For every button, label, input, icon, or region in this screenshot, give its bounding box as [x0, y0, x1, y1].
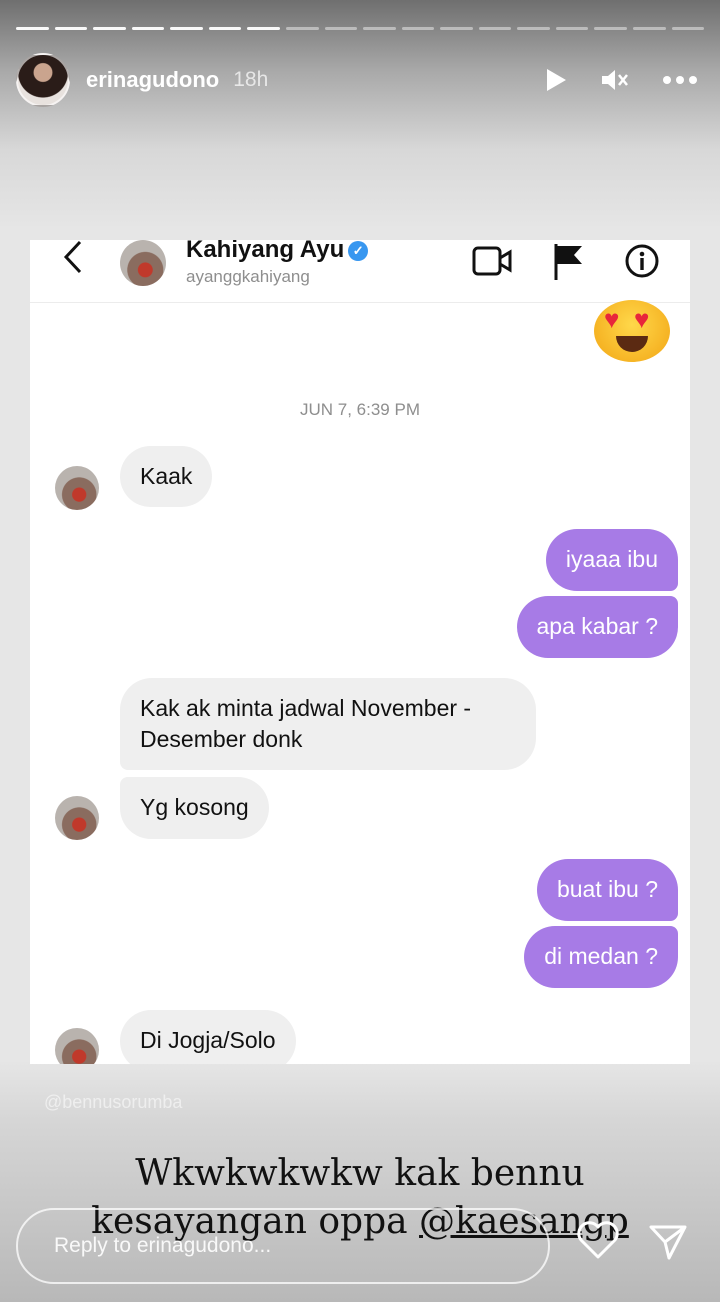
- contact-avatar-small: [55, 796, 99, 840]
- heart-icon: [577, 1221, 619, 1259]
- contact-name: Kahiyang Ayu ✓: [186, 240, 369, 264]
- story-username[interactable]: erinagudono: [86, 67, 219, 93]
- message-incoming: Kaak: [120, 446, 213, 507]
- message-incoming: Di Jogja/Solo: [120, 1010, 296, 1064]
- contact-avatar-small: [55, 466, 99, 510]
- more-icon: [663, 76, 697, 84]
- message-outgoing: di medan ?: [524, 926, 678, 988]
- more-button[interactable]: [662, 75, 698, 85]
- progress-segment: [285, 27, 319, 30]
- progress-segment: [16, 27, 49, 30]
- avatar[interactable]: [16, 53, 70, 107]
- chevron-left-icon: [63, 240, 82, 274]
- contact-avatar-small: [55, 1028, 99, 1064]
- message-incoming: Yg kosong: [120, 777, 269, 839]
- verified-icon: ✓: [348, 240, 369, 261]
- progress-segment: [247, 27, 280, 30]
- progress-segment: [478, 27, 512, 30]
- contact-avatar: [120, 240, 166, 286]
- progress-segment: [324, 27, 358, 30]
- watermark: @bennusorumba: [44, 1092, 183, 1112]
- progress-segment: [401, 27, 435, 30]
- flag-icon: [554, 244, 582, 280]
- mute-icon: [602, 70, 628, 90]
- info-icon: [625, 244, 659, 278]
- dm-header: Kahiyang Ayu ✓ ayanggkahiyang: [30, 240, 690, 303]
- story-progress: [16, 27, 705, 30]
- progress-segment: [517, 27, 550, 30]
- progress-segment: [170, 27, 203, 30]
- send-icon: [649, 1225, 687, 1260]
- progress-segment: [671, 27, 705, 30]
- reply-placeholder: Reply to erinagudono...: [54, 1234, 272, 1257]
- progress-segment: [363, 27, 396, 30]
- story-header: erinagudono 18h: [16, 52, 698, 108]
- contact-handle: ayanggkahiyang: [186, 267, 310, 286]
- caption-line: Wkwkwkwkw kak bennu: [135, 1153, 585, 1194]
- video-call-icon: [472, 246, 512, 276]
- progress-segment: [440, 27, 473, 30]
- play-icon: [547, 69, 566, 91]
- message-timestamp: JUN 7, 6:39 PM: [300, 400, 420, 419]
- message-outgoing: iyaaa ibu: [545, 529, 678, 591]
- message-incoming: Kak ak minta jadwal November - Desember …: [120, 678, 536, 770]
- progress-segment: [208, 27, 242, 30]
- mute-button[interactable]: [600, 67, 630, 93]
- back-button: [62, 240, 84, 279]
- progress-segment: [633, 27, 666, 30]
- like-button[interactable]: [576, 1220, 620, 1265]
- heart-eyes-emoji: ♥ ♥: [594, 300, 670, 362]
- send-button[interactable]: [648, 1222, 688, 1267]
- story-time: 18h: [233, 68, 269, 91]
- progress-segment: [594, 27, 627, 30]
- message-outgoing: apa kabar ?: [516, 596, 678, 658]
- message-outgoing: buat ibu ?: [536, 859, 678, 921]
- reply-input[interactable]: Reply to erinagudono...: [16, 1208, 550, 1284]
- progress-segment: [131, 27, 165, 30]
- progress-segment: [555, 27, 589, 30]
- dm-screenshot: Kahiyang Ayu ✓ ayanggkahiyang ♥ ♥ JUN 7, 6…: [30, 240, 690, 1064]
- progress-segment: [54, 27, 88, 30]
- play-button[interactable]: [544, 67, 568, 93]
- progress-segment: [93, 27, 126, 30]
